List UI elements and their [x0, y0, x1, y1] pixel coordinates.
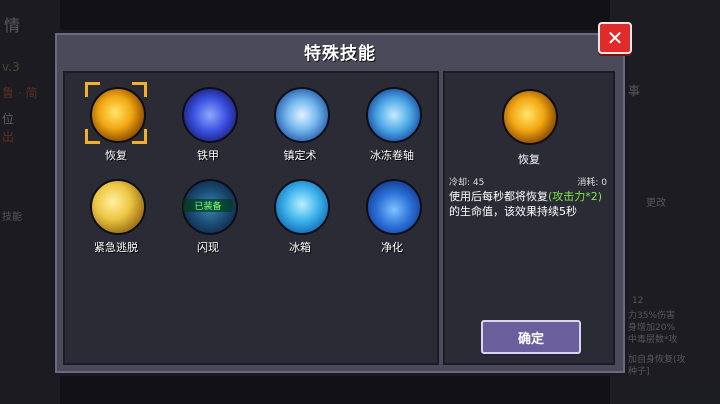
escape-icon: [90, 179, 146, 235]
close-button[interactable]: ✕: [598, 22, 632, 54]
dialog-title: 特殊技能: [304, 43, 376, 64]
bg-text: 情: [4, 16, 21, 35]
special-skills-dialog: 特殊技能 恢复 铁甲 镇定术 冰冻卷轴 紧急逃脱 已装备 闪现 冰箱 净化 恢复…: [52, 30, 628, 376]
skill-label: 闪现: [197, 241, 219, 254]
purify-icon: [366, 179, 422, 235]
restore-icon: [502, 89, 558, 145]
bg-text: 12: [632, 296, 644, 306]
skill-detail-name: 恢复: [518, 153, 540, 166]
stasis-icon: [274, 87, 330, 143]
skill-detail-panel: 恢复 冷却: 45 消耗: 0 使用后每秒都将恢复(攻击力*2) 的生命值，该效果…: [443, 71, 615, 365]
freeze-scroll-icon: [366, 87, 422, 143]
cost-text: 消耗: 0: [577, 178, 607, 188]
ice-box-icon: [274, 179, 330, 235]
armor-icon: [182, 87, 238, 143]
dialog-title-bar: 特殊技能: [55, 33, 625, 69]
bg-text: 更改: [646, 198, 666, 209]
skill-item-flash[interactable]: 已装备 闪现: [163, 171, 253, 261]
description-highlight: (攻击力*2): [548, 190, 603, 203]
skill-item-armor[interactable]: 铁甲: [163, 79, 253, 169]
bg-text: 种子]: [628, 367, 650, 377]
bg-text: 出: [2, 130, 15, 144]
skill-label: 净化: [381, 241, 403, 254]
bg-text: 鲁 · 简: [2, 86, 38, 100]
skill-description: 使用后每秒都将恢复(攻击力*2) 的生命值，该效果持续5秒: [449, 189, 609, 219]
cooldown-text: 冷却: 45: [449, 178, 485, 188]
description-text: 使用后每秒都将恢复: [449, 190, 548, 203]
bg-text: 位: [2, 112, 15, 126]
skill-item-stasis[interactable]: 镇定术: [255, 79, 345, 169]
bg-text: 中毒层数*攻: [628, 335, 678, 345]
description-text: 的生命值，该效果持续5秒: [449, 205, 577, 218]
close-icon: ✕: [606, 26, 624, 50]
skill-item-escape[interactable]: 紧急逃脱: [71, 171, 161, 261]
skill-label: 冰箱: [289, 241, 311, 254]
bg-text: 事: [628, 84, 641, 98]
skill-label: 镇定术: [283, 149, 317, 162]
bg-text: v.3: [2, 60, 20, 74]
skill-item-restore[interactable]: 恢复: [71, 79, 161, 169]
skill-label: 冰冻卷轴: [370, 149, 414, 162]
skill-label: 铁甲: [197, 149, 219, 162]
skill-item-purify[interactable]: 净化: [347, 171, 437, 261]
skill-label: 紧急逃脱: [94, 241, 138, 254]
skill-label: 恢复: [105, 149, 127, 162]
skill-grid: 恢复 铁甲 镇定术 冰冻卷轴 紧急逃脱 已装备 闪现 冰箱 净化: [63, 71, 439, 365]
bg-text: 技能: [2, 212, 22, 223]
confirm-button[interactable]: 确定: [481, 320, 581, 354]
skill-item-ice-box[interactable]: 冰箱: [255, 171, 345, 261]
equipped-badge: 已装备: [183, 199, 233, 212]
restore-icon: [90, 87, 146, 143]
skill-item-freeze-scroll[interactable]: 冰冻卷轴: [347, 79, 437, 169]
